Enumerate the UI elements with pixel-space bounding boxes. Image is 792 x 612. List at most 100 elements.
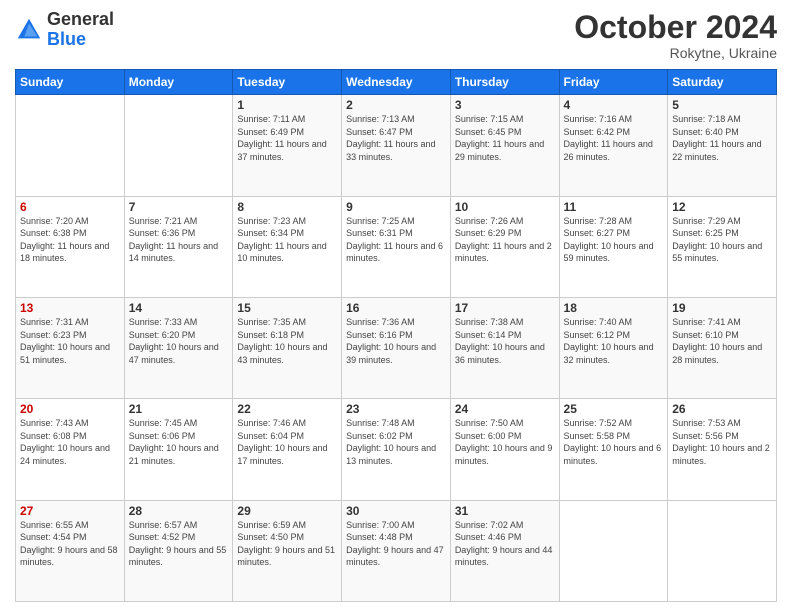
day-number: 30 [346, 504, 446, 518]
day-info: Sunrise: 7:33 AMSunset: 6:20 PMDaylight:… [129, 317, 219, 365]
calendar-cell: 10 Sunrise: 7:26 AMSunset: 6:29 PMDayligh… [450, 196, 559, 297]
calendar-cell: 13 Sunrise: 7:31 AMSunset: 6:23 PMDayligh… [16, 297, 125, 398]
calendar-cell: 28 Sunrise: 6:57 AMSunset: 4:52 PMDayligh… [124, 500, 233, 601]
weekday-header-saturday: Saturday [668, 70, 777, 95]
calendar-week-2: 6 Sunrise: 7:20 AMSunset: 6:38 PMDaylight… [16, 196, 777, 297]
calendar-cell: 27Sunrise: 6:55 AMSunset: 4:54 PMDayligh… [16, 500, 125, 601]
weekday-header-wednesday: Wednesday [342, 70, 451, 95]
day-number: 6 [20, 200, 120, 214]
day-info: Sunrise: 7:11 AMSunset: 6:49 PMDaylight:… [237, 114, 326, 162]
calendar-week-5: 27Sunrise: 6:55 AMSunset: 4:54 PMDayligh… [16, 500, 777, 601]
day-info: Sunrise: 7:18 AMSunset: 6:40 PMDaylight:… [672, 114, 761, 162]
day-number: 16 [346, 301, 446, 315]
calendar-cell [559, 500, 668, 601]
calendar-table: SundayMondayTuesdayWednesdayThursdayFrid… [15, 69, 777, 602]
weekday-row: SundayMondayTuesdayWednesdayThursdayFrid… [16, 70, 777, 95]
day-number: 26 [672, 402, 772, 416]
logo-icon [15, 16, 43, 44]
calendar-cell: 6 Sunrise: 7:20 AMSunset: 6:38 PMDaylight… [16, 196, 125, 297]
calendar-body: 1 Sunrise: 7:11 AMSunset: 6:49 PMDaylight… [16, 95, 777, 602]
page-title: October 2024 [574, 10, 777, 45]
weekday-header-sunday: Sunday [16, 70, 125, 95]
page-subtitle: Rokytne, Ukraine [574, 45, 777, 61]
calendar-cell: 4 Sunrise: 7:16 AMSunset: 6:42 PMDaylight… [559, 95, 668, 196]
calendar-week-4: 20Sunrise: 7:43 AMSunset: 6:08 PMDayligh… [16, 399, 777, 500]
day-number: 17 [455, 301, 555, 315]
day-info: Sunrise: 7:53 AMSunset: 5:56 PMDaylight:… [672, 418, 770, 466]
calendar-cell [16, 95, 125, 196]
day-info: Sunrise: 7:31 AMSunset: 6:23 PMDaylight:… [20, 317, 110, 365]
day-number: 5 [672, 98, 772, 112]
calendar-cell: 25Sunrise: 7:52 AMSunset: 5:58 PMDayligh… [559, 399, 668, 500]
day-info: Sunrise: 7:29 AMSunset: 6:25 PMDaylight:… [672, 216, 762, 264]
logo-blue: Blue [47, 29, 86, 49]
day-number: 31 [455, 504, 555, 518]
day-number: 3 [455, 98, 555, 112]
day-number: 29 [237, 504, 337, 518]
day-info: Sunrise: 6:57 AMSunset: 4:52 PMDaylight:… [129, 520, 227, 568]
day-info: Sunrise: 7:46 AMSunset: 6:04 PMDaylight:… [237, 418, 327, 466]
header: General Blue October 2024 Rokytne, Ukrai… [15, 10, 777, 61]
day-info: Sunrise: 6:55 AMSunset: 4:54 PMDaylight:… [20, 520, 118, 568]
day-number: 14 [129, 301, 229, 315]
calendar-cell: 9 Sunrise: 7:25 AMSunset: 6:31 PMDaylight… [342, 196, 451, 297]
calendar-cell: 22 Sunrise: 7:46 AMSunset: 6:04 PMDayligh… [233, 399, 342, 500]
calendar-week-1: 1 Sunrise: 7:11 AMSunset: 6:49 PMDaylight… [16, 95, 777, 196]
calendar-cell: 30Sunrise: 7:00 AMSunset: 4:48 PMDayligh… [342, 500, 451, 601]
calendar-cell: 16 Sunrise: 7:36 AMSunset: 6:16 PMDayligh… [342, 297, 451, 398]
day-number: 1 [237, 98, 337, 112]
calendar-cell: 3Sunrise: 7:15 AMSunset: 6:45 PMDaylight… [450, 95, 559, 196]
day-number: 2 [346, 98, 446, 112]
day-info: Sunrise: 7:21 AMSunset: 6:36 PMDaylight:… [129, 216, 218, 264]
weekday-header-friday: Friday [559, 70, 668, 95]
logo: General Blue [15, 10, 114, 50]
day-info: Sunrise: 7:50 AMSunset: 6:00 PMDaylight:… [455, 418, 553, 466]
weekday-header-monday: Monday [124, 70, 233, 95]
day-info: Sunrise: 7:41 AMSunset: 6:10 PMDaylight:… [672, 317, 762, 365]
day-info: Sunrise: 7:45 AMSunset: 6:06 PMDaylight:… [129, 418, 219, 466]
day-info: Sunrise: 7:28 AMSunset: 6:27 PMDaylight:… [564, 216, 654, 264]
day-number: 12 [672, 200, 772, 214]
day-info: Sunrise: 7:26 AMSunset: 6:29 PMDaylight:… [455, 216, 552, 264]
logo-text: General Blue [47, 10, 114, 50]
day-number: 24 [455, 402, 555, 416]
calendar-cell: 11 Sunrise: 7:28 AMSunset: 6:27 PMDayligh… [559, 196, 668, 297]
day-number: 13 [20, 301, 120, 315]
day-number: 9 [346, 200, 446, 214]
day-info: Sunrise: 6:59 AMSunset: 4:50 PMDaylight:… [237, 520, 335, 568]
calendar-week-3: 13 Sunrise: 7:31 AMSunset: 6:23 PMDayligh… [16, 297, 777, 398]
calendar-cell: 20Sunrise: 7:43 AMSunset: 6:08 PMDayligh… [16, 399, 125, 500]
day-number: 11 [564, 200, 664, 214]
day-info: Sunrise: 7:36 AMSunset: 6:16 PMDaylight:… [346, 317, 436, 365]
day-number: 18 [564, 301, 664, 315]
calendar-header: SundayMondayTuesdayWednesdayThursdayFrid… [16, 70, 777, 95]
logo-general: General [47, 9, 114, 29]
calendar-cell [124, 95, 233, 196]
calendar-cell: 19 Sunrise: 7:41 AMSunset: 6:10 PMDayligh… [668, 297, 777, 398]
day-number: 21 [129, 402, 229, 416]
calendar-cell: 2Sunrise: 7:13 AMSunset: 6:47 PMDaylight… [342, 95, 451, 196]
calendar-cell [668, 500, 777, 601]
day-info: Sunrise: 7:48 AMSunset: 6:02 PMDaylight:… [346, 418, 436, 466]
day-info: Sunrise: 7:20 AMSunset: 6:38 PMDaylight:… [20, 216, 109, 264]
calendar-cell: 21 Sunrise: 7:45 AMSunset: 6:06 PMDayligh… [124, 399, 233, 500]
day-number: 19 [672, 301, 772, 315]
calendar-cell: 14 Sunrise: 7:33 AMSunset: 6:20 PMDayligh… [124, 297, 233, 398]
calendar-cell: 18Sunrise: 7:40 AMSunset: 6:12 PMDayligh… [559, 297, 668, 398]
calendar-cell: 1 Sunrise: 7:11 AMSunset: 6:49 PMDaylight… [233, 95, 342, 196]
day-number: 28 [129, 504, 229, 518]
calendar-cell: 29 Sunrise: 6:59 AMSunset: 4:50 PMDayligh… [233, 500, 342, 601]
day-info: Sunrise: 7:43 AMSunset: 6:08 PMDaylight:… [20, 418, 110, 466]
day-number: 22 [237, 402, 337, 416]
day-info: Sunrise: 7:35 AMSunset: 6:18 PMDaylight:… [237, 317, 327, 365]
day-number: 4 [564, 98, 664, 112]
page: General Blue October 2024 Rokytne, Ukrai… [0, 0, 792, 612]
day-number: 8 [237, 200, 337, 214]
calendar-cell: 15Sunrise: 7:35 AMSunset: 6:18 PMDayligh… [233, 297, 342, 398]
day-info: Sunrise: 7:02 AMSunset: 4:46 PMDaylight:… [455, 520, 553, 568]
day-info: Sunrise: 7:16 AMSunset: 6:42 PMDaylight:… [564, 114, 653, 162]
day-info: Sunrise: 7:25 AMSunset: 6:31 PMDaylight:… [346, 216, 443, 264]
day-number: 23 [346, 402, 446, 416]
calendar-cell: 7Sunrise: 7:21 AMSunset: 6:36 PMDaylight… [124, 196, 233, 297]
day-number: 10 [455, 200, 555, 214]
